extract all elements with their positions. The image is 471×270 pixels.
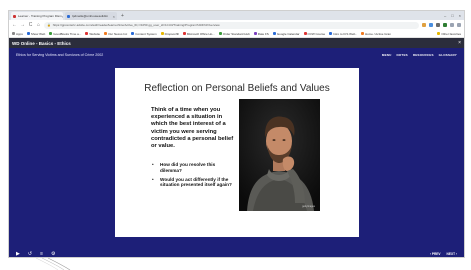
slide-bullets: How did you resolve this dilemma? Would … [151,162,235,191]
more-menu-icon[interactable] [457,23,461,27]
other-favorites[interactable]: Other favorites [436,32,462,36]
bookmark-item[interactable]: Dropsonfill [160,32,180,36]
slide-title: Reflection on Personal Beliefs and Value… [144,83,330,94]
profile-avatar-icon[interactable] [450,23,454,27]
bookmark-item[interactable]: Rate FS [253,32,270,36]
bullet-item: How did you resolve this dilemma? [151,162,235,174]
tab-label: Learner - Training Program Dism [18,14,62,18]
bookmark-item[interactable]: Content System [130,32,157,36]
browser-tab-mail[interactable]: Ipdmelle@umhousesolidim × [65,12,117,20]
apps-icon [12,32,15,35]
slide-navigation: ‹ PREV NEXT › [430,252,457,256]
close-player-button[interactable]: × [458,40,461,46]
bookmark-item[interactable]: Intro to ICS Web.. [328,32,358,36]
url-field[interactable]: 🔒 https://gpcentertc.adobe.com/auth/read… [44,21,419,29]
maximize-button[interactable]: □ [451,12,453,20]
extension-icons [422,23,461,27]
play-button[interactable]: ▶ [16,251,20,257]
bookmark-item[interactable]: Microsoft Office Ho... [182,32,216,36]
bookmark-item[interactable]: OVW Course [303,32,327,36]
bookmark-favicon-icon [329,32,333,35]
bookmark-item[interactable]: Our Nexus Inc [103,32,128,36]
bookmark-favicon-icon [104,32,108,35]
bookmark-favicon-icon [303,32,307,35]
app-title: WD Online - Basics - Ethics [12,40,71,46]
tab-close-icon[interactable]: × [62,14,63,19]
bookmark-favicon-icon [360,32,364,35]
tab-close-icon[interactable]: × [113,14,115,19]
settings-button[interactable]: ⚙ [51,251,55,257]
bullet-item: Would you act differently if the situati… [151,177,235,189]
captions-button[interactable]: ≡ [40,251,43,257]
course-menu: MENU NOTES RESOURCES GLOSSARY [382,53,457,57]
bookmark-favicon-icon [131,32,135,35]
replay-button[interactable]: ↺ [28,251,32,257]
bookmark-item[interactable]: Home / Active Gran [360,32,392,36]
bookmark-favicon-icon [182,32,186,35]
bookmark-favicon-icon [218,32,222,35]
new-tab-button[interactable]: + [119,12,126,20]
glossary-tab[interactable]: GLOSSARY [439,53,457,57]
address-bar-row: ← → C ⌂ 🔒 https://gpcentertc.adobe.com/a… [9,20,464,30]
tab-favicon-icon [67,14,70,18]
close-window-button[interactable]: × [459,12,461,20]
extension-icon[interactable] [436,23,440,27]
browser-tab-learner[interactable]: Learner - Training Program Dism × [11,12,63,20]
slide: Reflection on Personal Beliefs and Value… [115,68,359,237]
portrait-illustration [239,99,320,211]
prev-button[interactable]: ‹ PREV [430,252,441,256]
bookmark-favicon-icon [160,32,164,35]
course-bar: Ethics for Serving Victims and Survivors… [9,48,464,62]
bookmark-item[interactable]: Show Web [26,32,46,36]
bookmark-item[interactable]: Apps [11,32,24,36]
forward-icon[interactable]: → [20,22,25,28]
bookmarks-bar: Apps Show Web GoodBooks Time a... Websit… [9,30,464,38]
minimize-button[interactable]: – [444,12,446,20]
player-controls: ▶ ↺ ≡ ⚙ ‹ PREV NEXT › [9,249,464,257]
back-icon[interactable]: ← [12,22,17,28]
lock-icon: 🔒 [47,23,51,27]
bookmark-favicon-icon [49,32,53,35]
bookmark-item[interactable]: Google Calendar [272,32,301,36]
home-icon[interactable]: ⌂ [36,22,41,28]
bookmark-favicon-icon [85,32,89,35]
tab-favicon-icon [13,14,16,18]
next-button[interactable]: NEXT › [447,252,457,256]
reload-icon[interactable]: C [28,22,33,28]
bookmark-item[interactable]: Order Standard Hub [218,32,251,36]
bookmark-item[interactable]: Website [84,32,101,36]
bookmark-favicon-icon [26,32,30,35]
screen-frame: Learner - Training Program Dism × Ipdmel… [8,10,465,258]
extension-icon[interactable] [443,23,447,27]
photo-credit: gettyimages [302,205,315,208]
extension-icon[interactable] [422,23,426,27]
extension-icon[interactable] [429,23,433,27]
url-text: https://gpcentertc.adobe.com/auth/reader… [52,23,220,27]
tab-label: Ipdmelle@umhousesolidim [72,14,109,18]
bookmark-item[interactable]: GoodBooks Time a... [48,32,82,36]
bookmark-favicon-icon [272,32,276,35]
folder-icon [437,32,441,35]
course-title: Ethics for Serving Victims and Survivors… [16,53,104,57]
app-header: WD Online - Basics - Ethics × [9,38,464,48]
bookmark-favicon-icon [253,32,257,35]
slide-prompt: Think of a time when you experienced a s… [151,107,234,150]
resources-tab[interactable]: RESOURCES [413,53,434,57]
browser-tab-strip: Learner - Training Program Dism × Ipdmel… [9,11,464,20]
window-controls: – □ × [444,12,464,20]
menu-tab[interactable]: MENU [382,53,392,57]
portrait-photo: gettyimages [239,99,320,211]
notes-tab[interactable]: NOTES [397,53,408,57]
